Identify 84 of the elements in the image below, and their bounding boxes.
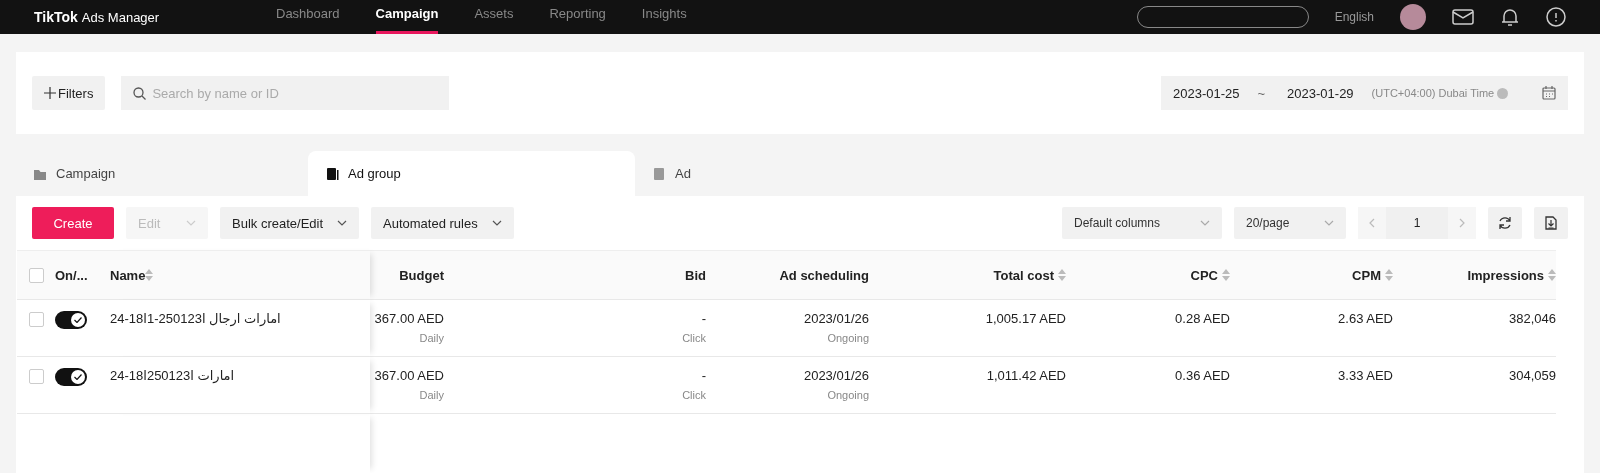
level-tab[interactable]: Ad group (308, 151, 635, 196)
column-header: Ad scheduling (706, 250, 869, 300)
mail-icon (1452, 9, 1474, 25)
table-cell: - (701, 311, 706, 326)
column-header[interactable]: Total cost (869, 250, 1066, 300)
table-cell: 367.00 AED (374, 368, 444, 383)
nav-link[interactable]: Assets (474, 0, 514, 34)
column-header: Bid (444, 250, 706, 300)
dropdown-button[interactable]: Automated rules (371, 207, 514, 239)
page-number[interactable]: 1 (1386, 207, 1448, 239)
chevron-left-icon (1369, 217, 1375, 228)
nav-link[interactable]: Reporting (549, 0, 606, 34)
columns-dropdown[interactable]: Default columns (1062, 207, 1222, 239)
table-cell: Daily (419, 389, 444, 401)
chevron-down-icon (491, 220, 502, 226)
nav-link[interactable]: Campaign (375, 0, 439, 34)
bell-icon (1500, 8, 1520, 26)
column-header[interactable]: CPM (1230, 250, 1393, 300)
level-tab[interactable]: Campaign (16, 151, 308, 196)
table-cell: 2023/01/26 (803, 311, 869, 326)
avatar[interactable] (1400, 4, 1426, 30)
check-icon (74, 374, 82, 380)
chevron-right-icon (1459, 217, 1465, 228)
table-cell: 382,046 (1509, 311, 1556, 326)
checkbox[interactable] (28, 267, 44, 283)
refresh-button[interactable] (1488, 207, 1522, 239)
search-icon (133, 87, 147, 100)
table-cell: 1,005.17 AED (985, 311, 1066, 326)
table-cell: Ongoing (827, 332, 869, 344)
table-cell: Ongoing (827, 389, 869, 401)
dropdown-button[interactable]: Bulk create/Edit (220, 207, 360, 239)
date-range-picker[interactable]: 2023-01-25 ~ 2023-01-29 (UTC+04:00) Dubai Time (1161, 76, 1568, 110)
chevron-down-icon (1324, 220, 1334, 226)
date-separator: ~ (1257, 85, 1266, 101)
level-tab[interactable]: Ad (635, 151, 927, 196)
language-selector[interactable]: English (1334, 10, 1374, 24)
chevron-down-icon (337, 220, 348, 226)
check-icon (74, 317, 82, 323)
nav-link[interactable]: Dashboard (276, 0, 340, 34)
plus-icon (44, 87, 56, 99)
toggle-switch[interactable] (55, 368, 87, 386)
folder-icon (34, 167, 47, 180)
table-cell: 0.36 AED (1175, 368, 1230, 383)
toggle-switch[interactable] (55, 311, 87, 329)
ad-group-name[interactable]: امارات ا250123ا18-24 (110, 368, 235, 383)
table-cell: 2023/01/26 (803, 368, 869, 383)
column-header[interactable]: Name (110, 250, 370, 300)
table-cell: Click (682, 389, 706, 401)
table-cell: 304,059 (1509, 368, 1556, 383)
table-cell: 2.63 AED (1338, 311, 1393, 326)
table-cell: 367.00 AED (374, 311, 444, 326)
table-cell: Daily (419, 332, 444, 344)
calendar-icon (1542, 86, 1556, 100)
sort-icon (145, 269, 154, 281)
document-icon (653, 167, 666, 180)
search-field[interactable]: Search by name or ID (121, 76, 450, 110)
chevron-down-icon (186, 220, 196, 226)
create-button[interactable]: Create (32, 207, 114, 239)
column-header[interactable]: Impressions (1393, 250, 1556, 300)
filters-button[interactable]: Filters (32, 76, 106, 110)
table-cell: - (701, 368, 706, 383)
product-name: Ads Manager (81, 10, 160, 25)
logo-text: TikTok (34, 9, 78, 25)
export-button[interactable] (1534, 207, 1568, 239)
table-cell: 0.28 AED (1175, 311, 1230, 326)
column-header[interactable]: CPC (1066, 250, 1230, 300)
chevron-down-icon (1200, 220, 1210, 226)
column-header: Budget (370, 250, 444, 300)
checkbox[interactable] (28, 369, 44, 384)
download-icon (1545, 216, 1557, 230)
table-cell: Click (682, 332, 706, 344)
column-header: On/... (55, 250, 110, 300)
start-date: 2023-01-25 (1173, 85, 1240, 101)
table-cell: 1,011.42 AED (986, 368, 1066, 383)
checkbox[interactable] (28, 312, 44, 327)
nav-link[interactable]: Insights (641, 0, 687, 34)
timezone-label: (UTC+04:00) Dubai Time (1371, 87, 1495, 99)
refresh-icon (1498, 216, 1512, 230)
sort-icon (1548, 269, 1556, 281)
page-size-dropdown[interactable]: 20/page (1234, 207, 1346, 239)
ad-group-name[interactable]: امارات ارجال ا250123-1ا18-24 (110, 311, 281, 326)
document-icon (326, 167, 339, 180)
table-cell: 3.33 AED (1338, 368, 1393, 383)
end-date: 2023-01-29 (1287, 85, 1354, 101)
